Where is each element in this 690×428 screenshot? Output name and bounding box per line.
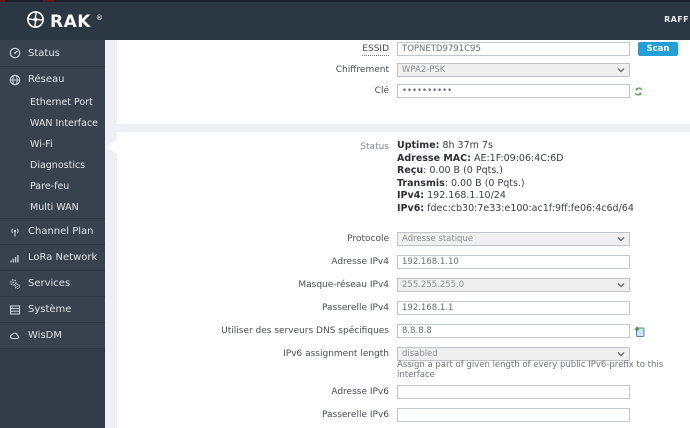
dns-label: Utiliser des serveurs DNS spécifiques — [221, 326, 389, 336]
sidebar-item-label: LoRa Network — [28, 252, 98, 263]
server-icon — [9, 304, 21, 316]
chevron-down-icon — [617, 67, 625, 73]
globe-icon — [9, 74, 21, 86]
protocol-label: Protocole — [347, 234, 389, 244]
protocol-select[interactable]: Adresse statique — [397, 232, 630, 246]
antenna-icon — [9, 226, 21, 238]
status-line-ipv4: IPv4: 192.168.1.10/24 — [397, 190, 506, 201]
wifi-settings-panel: ESSID Scan Chiffrement WPA2-PSK Clé — [117, 40, 690, 124]
sidebar-item-systeme[interactable]: Système — [0, 296, 105, 322]
essid-row: ESSID Scan — [117, 42, 690, 56]
status-row: Status Uptime: 8h 37m 7s Adresse MAC: AE… — [117, 140, 690, 215]
sidebar-item-lora-network[interactable]: LoRa Network — [0, 244, 105, 270]
sidebar-item-label: Status — [28, 47, 60, 59]
key-row: Clé — [117, 84, 690, 98]
chevron-down-icon — [617, 236, 625, 242]
ipv4-gateway-row: Passerelle IPv4 — [117, 301, 690, 315]
status-lines: Uptime: 8h 37m 7s Adresse MAC: AE:1F:09:… — [397, 140, 634, 215]
essid-input[interactable] — [397, 42, 630, 56]
encryption-label: Chiffrement — [335, 65, 389, 75]
header-refresh-link[interactable]: RAFF — [664, 15, 689, 24]
ipv4-netmask-row: Masque-réseau IPv4 255.255.255.0 — [117, 278, 690, 292]
active-item-wedge — [105, 140, 117, 154]
ipv4-address-row: Adresse IPv4 — [117, 255, 690, 269]
sidebar: Status Réseau Ethernet Port WAN Interfac… — [0, 40, 105, 428]
chevron-down-icon — [617, 282, 625, 288]
sidebar-item-label: Système — [28, 304, 72, 315]
rak-gear-logo-icon — [26, 10, 45, 33]
protocol-row: Protocole Adresse statique — [117, 232, 690, 246]
ipv4-gateway-input[interactable] — [397, 301, 630, 315]
sidebar-item-pare-feu[interactable]: Pare-feu — [0, 176, 105, 197]
brand-name: RAK — [50, 11, 91, 32]
encryption-select[interactable]: WPA2-PSK — [397, 63, 630, 77]
ipv6-assign-hint: Assign a part of given length of every p… — [397, 360, 664, 380]
add-dns-entry-icon[interactable] — [634, 326, 645, 337]
ipv6-assign-selected-value: disabled — [402, 349, 438, 359]
gears-icon — [9, 278, 21, 290]
essid-label: ESSID — [362, 44, 389, 56]
ipv6-address-input[interactable] — [397, 385, 630, 399]
protocol-selected-value: Adresse statique — [402, 234, 474, 244]
sidebar-item-multi-wan[interactable]: Multi WAN — [0, 197, 105, 218]
chevron-down-icon — [617, 351, 625, 357]
rak-logo[interactable]: RAK ® — [26, 10, 103, 33]
cloud-icon — [9, 330, 21, 342]
sidebar-item-label: Channel Plan — [28, 226, 94, 237]
top-header-bar: RAK ® RAFF — [0, 2, 690, 40]
status-line-rx: Reçu: 0.00 B (0 Pqts.) — [397, 165, 504, 176]
ipv4-netmask-select[interactable]: 255.255.255.0 — [397, 278, 630, 292]
sidebar-item-wisdm[interactable]: WisDM — [0, 322, 105, 348]
sidebar-item-ethernet-port[interactable]: Ethernet Port — [0, 92, 105, 113]
ipv6-address-row: Adresse IPv6 — [117, 385, 690, 399]
ipv4-address-input[interactable] — [397, 255, 630, 269]
sidebar-item-diagnostics[interactable]: Diagnostics — [0, 155, 105, 176]
dns-row: Utiliser des serveurs DNS spécifiques — [117, 324, 690, 338]
dns-input[interactable] — [397, 324, 630, 338]
generate-key-icon[interactable] — [634, 87, 643, 96]
sidebar-item-channel-plan[interactable]: Channel Plan — [0, 218, 105, 244]
ipv4-address-label: Adresse IPv4 — [331, 257, 389, 267]
scan-button[interactable]: Scan — [638, 42, 678, 56]
ipv6-assign-label: IPv6 assignment length — [283, 349, 389, 359]
ipv4-netmask-label: Masque-réseau IPv4 — [298, 280, 389, 290]
sidebar-item-reseau[interactable]: Réseau — [0, 66, 105, 92]
sidebar-item-label: Services — [28, 278, 71, 289]
sidebar-item-label: WisDM — [28, 330, 62, 341]
sidebar-item-status[interactable]: Status — [0, 40, 105, 66]
status-line-uptime: Uptime: 8h 37m 7s — [397, 140, 493, 151]
sidebar-item-wan-interface[interactable]: WAN Interface — [0, 113, 105, 134]
status-line-mac: Adresse MAC: AE:1F:09:06:4C:6D — [397, 152, 564, 164]
sidebar-item-wifi[interactable]: Wi-Fi — [0, 134, 105, 155]
main-content: ESSID Scan Chiffrement WPA2-PSK Clé — [105, 40, 690, 428]
sidebar-item-services[interactable]: Services — [0, 270, 105, 296]
ipv4-gateway-label: Passerelle IPv4 — [321, 303, 389, 313]
ipv6-assign-hint-row: Assign a part of given length of every p… — [117, 360, 690, 380]
status-label: Status — [360, 142, 389, 152]
gauge-icon — [9, 47, 21, 59]
ipv6-assign-row: IPv6 assignment length disabled — [117, 347, 690, 361]
reseau-submenu: Ethernet Port WAN Interface Wi-Fi Diagno… — [0, 92, 105, 218]
signal-icon — [9, 252, 21, 264]
ipv6-gateway-input[interactable] — [397, 408, 630, 422]
sidebar-item-label: Réseau — [28, 74, 65, 85]
ipv6-address-label: Adresse IPv6 — [331, 387, 389, 397]
encryption-row: Chiffrement WPA2-PSK — [117, 63, 690, 77]
status-line-tx: Transmis: 0.00 B (0 Pqts.) — [397, 177, 525, 189]
registered-mark: ® — [95, 13, 103, 22]
ipv6-assign-select[interactable]: disabled — [397, 347, 630, 361]
sidebar-menu: Status Réseau Ethernet Port WAN Interfac… — [0, 40, 105, 349]
encryption-selected-value: WPA2-PSK — [402, 65, 446, 75]
ipv4-netmask-selected-value: 255.255.255.0 — [402, 280, 465, 290]
interface-panel: Status Uptime: 8h 37m 7s Adresse MAC: AE… — [117, 132, 690, 428]
status-line-ipv6: IPv6: fdec:cb30:7e33:e100:ac1f:9ff:fe06:… — [397, 202, 634, 214]
ipv6-gateway-row: Passerelle IPv6 — [117, 408, 690, 422]
key-label: Clé — [374, 86, 389, 96]
ipv6-gateway-label: Passerelle IPv6 — [321, 410, 389, 420]
key-input[interactable] — [397, 84, 630, 98]
